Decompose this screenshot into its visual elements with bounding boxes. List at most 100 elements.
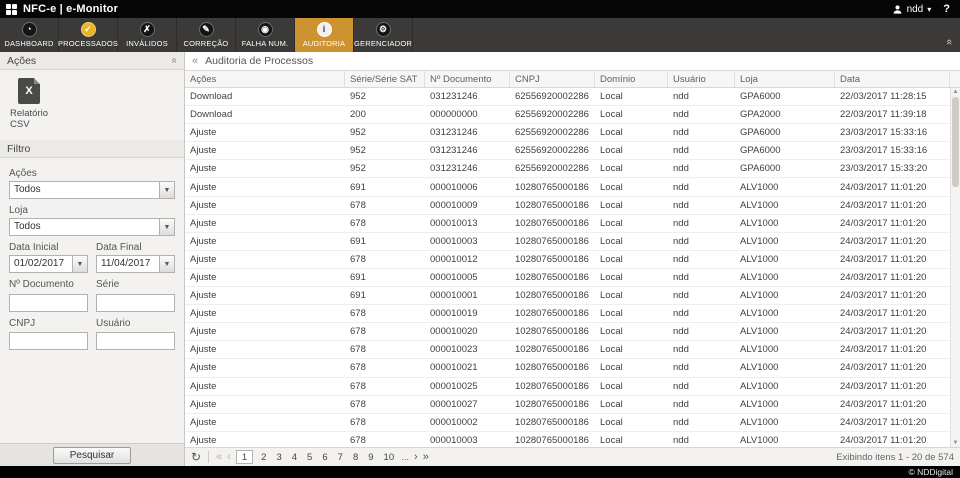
app-title: NFC-e | e-Monitor	[23, 3, 118, 15]
page-button-1[interactable]: 1	[236, 450, 253, 464]
first-page-icon[interactable]: «	[216, 452, 222, 463]
vertical-scrollbar[interactable]: ▲ ▼	[950, 88, 960, 447]
search-button[interactable]: Pesquisar	[53, 447, 131, 464]
column-header-loja[interactable]: Loja	[735, 71, 835, 87]
table-row[interactable]: Ajuste69100001000610280765000186Localndd…	[185, 178, 950, 196]
scroll-up-icon[interactable]: ▲	[951, 89, 960, 95]
loja-filter-select[interactable]: Todos ▼	[9, 218, 175, 236]
divider	[208, 451, 209, 463]
column-header-data[interactable]: Data	[835, 71, 950, 87]
next-page-icon[interactable]: ›	[414, 452, 418, 463]
page-button-7[interactable]: 7	[336, 452, 345, 463]
tab-processados[interactable]: ✓PROCESSADOS	[59, 18, 118, 52]
tab-dashboard[interactable]: ◔DASHBOARD	[0, 18, 59, 52]
gauge-icon: ◔	[22, 22, 37, 37]
table-cell: 62556920002286	[510, 142, 595, 159]
table-row[interactable]: Ajuste95203123124662556920002286Localndd…	[185, 124, 950, 142]
prev-page-icon[interactable]: ‹	[227, 452, 231, 463]
table-row[interactable]: Ajuste69100001000110280765000186Localndd…	[185, 287, 950, 305]
page-button-4[interactable]: 4	[290, 452, 299, 463]
tab-label: GERENCIADOR	[354, 39, 412, 48]
page-button-3[interactable]: 3	[274, 452, 283, 463]
column-header-serie-serie-sat[interactable]: Série/Série SAT	[345, 71, 425, 87]
data-final-picker[interactable]: 11/04/2017 ▼	[96, 255, 175, 273]
table-cell: ndd	[668, 160, 735, 177]
last-page-icon[interactable]: »	[423, 452, 429, 463]
table-cell: 952	[345, 124, 425, 141]
table-cell: 10280765000186	[510, 432, 595, 447]
table-row[interactable]: Ajuste95203123124662556920002286Localndd…	[185, 160, 950, 178]
cross-icon: ✗	[140, 22, 155, 37]
usuario-label: Usuário	[96, 318, 175, 329]
table-row[interactable]: Ajuste69100001000310280765000186Localndd…	[185, 233, 950, 251]
column-header-n-documento[interactable]: Nº Documento	[425, 71, 510, 87]
page-button-5[interactable]: 5	[305, 452, 314, 463]
table-row[interactable]: Download95203123124662556920002286Localn…	[185, 88, 950, 106]
refresh-icon[interactable]: ↻	[191, 451, 201, 463]
table-row[interactable]: Ajuste67800001000310280765000186Localndd…	[185, 432, 950, 447]
ribbon-tab-bar: ◔DASHBOARD✓PROCESSADOS✗INVÁLIDOS✎CORREÇÃ…	[0, 18, 960, 52]
scroll-down-icon[interactable]: ▼	[951, 440, 960, 446]
table-cell: ALV1000	[735, 305, 835, 322]
table-row[interactable]: Download20000000000062556920002286Localn…	[185, 106, 950, 124]
tab-invalidos[interactable]: ✗INVÁLIDOS	[118, 18, 177, 52]
tab-correcao[interactable]: ✎CORREÇÃO	[177, 18, 236, 52]
table-cell: Local	[595, 359, 668, 376]
user-menu[interactable]: ndd ▾	[892, 4, 932, 15]
content-header: « Auditoria de Processos	[185, 52, 960, 71]
table-cell: 24/03/2017 11:01:20	[835, 251, 950, 268]
cnpj-input[interactable]	[9, 332, 88, 350]
page-button-8[interactable]: 8	[351, 452, 360, 463]
table-cell: 10280765000186	[510, 414, 595, 431]
acoes-filter-select[interactable]: Todos ▼	[9, 181, 175, 199]
dropdown-arrow-icon: ▼	[72, 256, 87, 272]
table-row[interactable]: Ajuste69100001000510280765000186Localndd…	[185, 269, 950, 287]
tab-auditoria[interactable]: iAUDITORIA	[295, 18, 354, 52]
data-inicial-picker[interactable]: 01/02/2017 ▼	[9, 255, 88, 273]
column-header-dominio[interactable]: Domínio	[595, 71, 668, 87]
page-button-2[interactable]: 2	[259, 452, 268, 463]
table-row[interactable]: Ajuste67800001002310280765000186Localndd…	[185, 341, 950, 359]
collapse-panel-icon[interactable]: «	[169, 58, 180, 64]
table-cell: 678	[345, 414, 425, 431]
table-row[interactable]: Ajuste67800001000910280765000186Localndd…	[185, 197, 950, 215]
column-header-acoes[interactable]: Ações	[185, 71, 345, 87]
table-cell: Ajuste	[185, 305, 345, 322]
table-row[interactable]: Ajuste95203123124662556920002286Localndd…	[185, 142, 950, 160]
dial-icon: ◉	[258, 22, 273, 37]
page-button-10[interactable]: 10	[382, 452, 397, 463]
column-header-usuario[interactable]: Usuário	[668, 71, 735, 87]
table-row[interactable]: Ajuste67800001002010280765000186Localndd…	[185, 323, 950, 341]
table-cell: ALV1000	[735, 287, 835, 304]
table-row[interactable]: Ajuste67800001002710280765000186Localndd…	[185, 396, 950, 414]
table-cell: 62556920002286	[510, 106, 595, 123]
table-row[interactable]: Ajuste67800001000210280765000186Localndd…	[185, 414, 950, 432]
pagination-bar: ↻ « ‹ 12345678910 ... › » Exibindo itens…	[185, 447, 960, 466]
column-header-cnpj[interactable]: CNPJ	[510, 71, 595, 87]
page-button-9[interactable]: 9	[366, 452, 375, 463]
table-cell: 62556920002286	[510, 160, 595, 177]
table-row[interactable]: Ajuste67800001002510280765000186Localndd…	[185, 378, 950, 396]
num-documento-input[interactable]	[9, 294, 88, 312]
table-row[interactable]: Ajuste67800001001310280765000186Localndd…	[185, 215, 950, 233]
table-cell: 678	[345, 305, 425, 322]
help-button[interactable]: ?	[943, 3, 950, 15]
collapse-sidebar-icon[interactable]: «	[192, 55, 198, 67]
csv-file-icon: X	[18, 78, 40, 104]
table-cell: 24/03/2017 11:01:20	[835, 215, 950, 232]
table-row[interactable]: Ajuste67800001001910280765000186Localndd…	[185, 305, 950, 323]
page-button-6[interactable]: 6	[320, 452, 329, 463]
tab-falha-num[interactable]: ◉FALHA NUM.	[236, 18, 295, 52]
tab-gerenciador[interactable]: ⚙GERENCIADOR	[354, 18, 413, 52]
serie-input[interactable]	[96, 294, 175, 312]
collapse-ribbon-icon[interactable]: «	[943, 39, 955, 45]
acoes-filter-value: Todos	[10, 182, 159, 198]
usuario-input[interactable]	[96, 332, 175, 350]
table-cell: GPA2000	[735, 106, 835, 123]
csv-report-button[interactable]: X Relatório CSV	[0, 70, 70, 140]
table-cell: Ajuste	[185, 396, 345, 413]
scrollbar-thumb[interactable]	[952, 97, 959, 187]
table-cell: ALV1000	[735, 178, 835, 195]
table-row[interactable]: Ajuste67800001002110280765000186Localndd…	[185, 359, 950, 377]
table-row[interactable]: Ajuste67800001001210280765000186Localndd…	[185, 251, 950, 269]
